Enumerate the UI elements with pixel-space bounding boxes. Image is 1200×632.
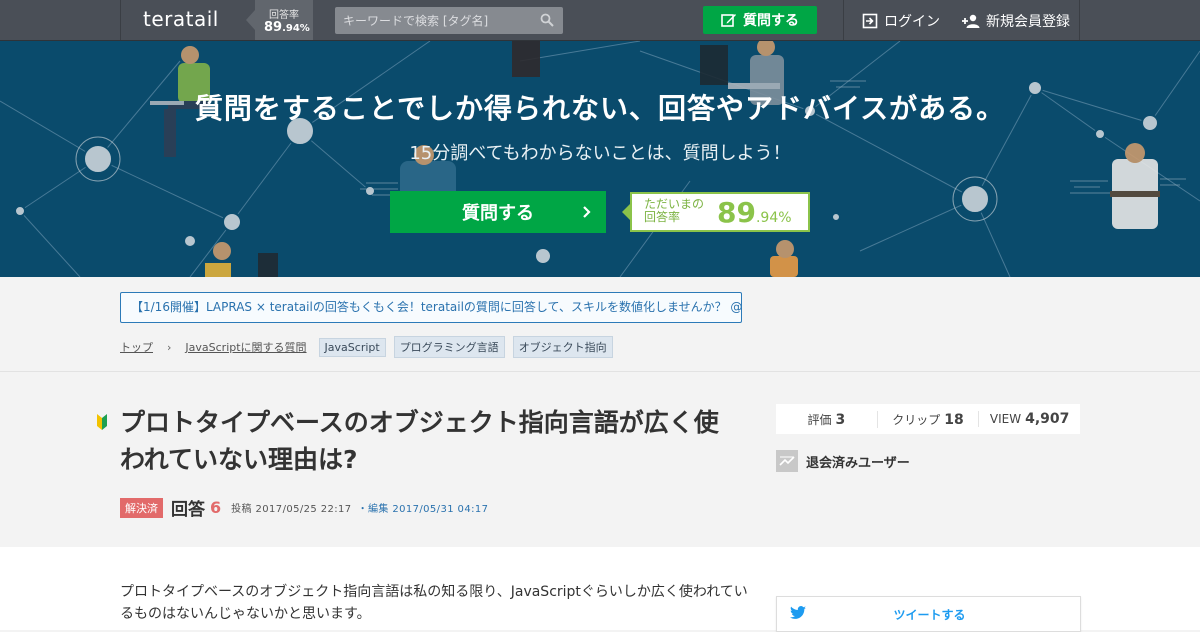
clip-stat: クリップ 18 xyxy=(876,410,979,428)
breadcrumb: トップ › JavaScriptに関する質問 JavaScript プログラミン… xyxy=(120,336,621,358)
signup-label: 新規会員登録 xyxy=(986,14,1070,30)
answer-rate-badge: 回答率 89.94% xyxy=(246,0,313,40)
solved-badge: 解決済 xyxy=(120,497,163,518)
section-divider xyxy=(0,371,1200,372)
login-label: ログイン xyxy=(884,14,940,30)
signup-link[interactable]: 新規会員登録 xyxy=(962,11,1070,31)
top-nav: teratail 回答率 89.94% 質問する ログイン 新規会員登録 xyxy=(0,0,1200,41)
chevron-right-icon xyxy=(583,206,591,218)
question-body-text: プロトタイプベースのオブジェクト指向言語は私の知る限り、JavaScriptぐら… xyxy=(120,584,748,622)
tag-programming-language[interactable]: プログラミング言語 xyxy=(393,336,505,358)
hero-answer-rate: ただいまの 回答率 89.94% xyxy=(622,192,810,232)
question-author: 退会済みユーザー xyxy=(776,450,910,472)
answers-count[interactable]: 6 xyxy=(210,498,221,517)
breadcrumb-top[interactable]: トップ xyxy=(120,339,153,355)
pencil-square-icon xyxy=(721,14,736,27)
answer-rate-label: 回答率 xyxy=(269,10,299,21)
ask-question-label: 質問する xyxy=(743,13,799,29)
logo[interactable]: teratail xyxy=(143,7,219,31)
search-icon[interactable] xyxy=(540,13,554,27)
answer-rate-value: 89.94% xyxy=(264,20,310,35)
login-icon xyxy=(862,13,878,29)
answers-label: 回答 xyxy=(171,500,205,520)
hero-rate-value: 89.94% xyxy=(717,196,792,229)
hero-title: 質問をすることでしか得られない、回答やアドバイスがある。 xyxy=(194,92,1006,125)
question-title: プロトタイプベースのオブジェクト指向言語が広く使われていない理由は? xyxy=(120,408,719,474)
nav-separator xyxy=(1079,0,1080,40)
author-name: 退会済みユーザー xyxy=(806,455,910,471)
login-link[interactable]: ログイン xyxy=(862,11,940,31)
tweet-label: ツイートする xyxy=(893,608,966,622)
beginner-mark-icon xyxy=(97,414,107,430)
tweet-button[interactable]: ツイートする xyxy=(776,596,1081,632)
edited-date-link[interactable]: ・編集 2017/05/31 04:17 xyxy=(358,500,489,515)
view-stat: VIEW 4,907 xyxy=(978,411,1080,427)
avatar xyxy=(776,450,798,472)
hero-subtitle: 15分調べてもわからないことは、質問しよう！ xyxy=(409,143,791,164)
breadcrumb-arrow: › xyxy=(167,340,172,354)
breadcrumb-category[interactable]: JavaScriptに関する質問 xyxy=(185,339,306,355)
hero-rate-label: ただいまの 回答率 xyxy=(644,197,705,224)
question-body: プロトタイプベースのオブジェクト指向言語は私の知る限り、JavaScriptぐら… xyxy=(0,547,1200,632)
question-stats: 評価 3 クリップ 18 VIEW 4,907 xyxy=(776,404,1080,434)
question-meta: 解決済 回答 6 投稿 2017/05/25 22:17 ・編集 2017/05… xyxy=(120,495,488,520)
default-avatar-icon xyxy=(779,456,795,466)
search-box xyxy=(335,7,563,34)
add-user-icon xyxy=(962,14,980,28)
hero-ask-button[interactable]: 質問する xyxy=(390,191,606,233)
hero-ask-label: 質問する xyxy=(462,203,534,224)
ask-question-button[interactable]: 質問する xyxy=(703,6,817,34)
rating-stat: 評価 3 xyxy=(807,411,846,428)
nav-separator xyxy=(120,0,121,40)
search-input[interactable] xyxy=(335,7,535,34)
event-notice-link[interactable]: 【1/16開催】LAPRAS × teratailの回答もくもく会！terata… xyxy=(120,292,742,323)
tag-oop[interactable]: オブジェクト指向 xyxy=(512,336,613,358)
tag-javascript[interactable]: JavaScript xyxy=(318,337,386,357)
posted-date: 投稿 2017/05/25 22:17 xyxy=(231,504,352,515)
nav-separator xyxy=(843,0,844,40)
hero-banner: 質問をすることでしか得られない、回答やアドバイスがある。 15分調べてもわからな… xyxy=(0,41,1200,277)
